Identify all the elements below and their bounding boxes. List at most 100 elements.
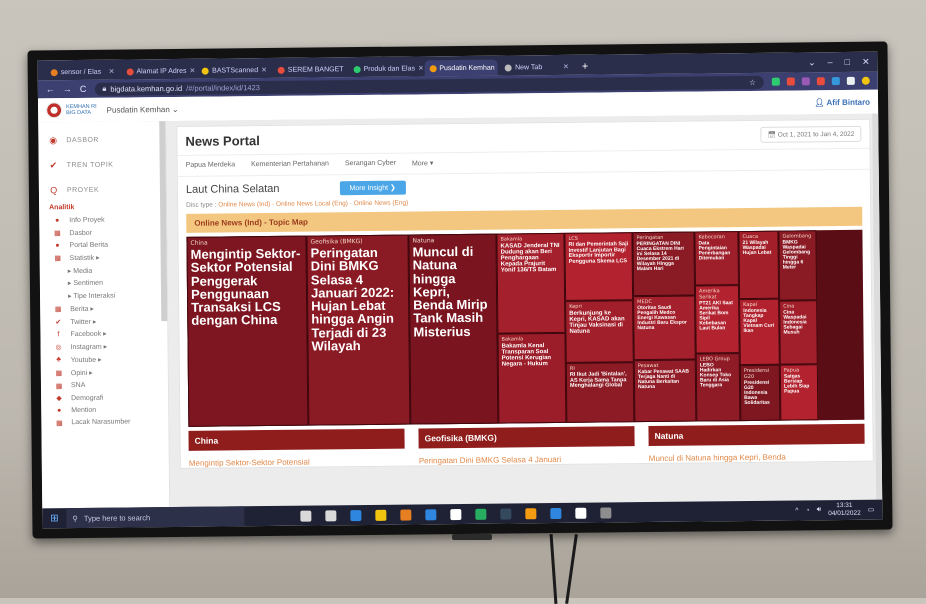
bookmark-star-icon[interactable]: ☆ — [749, 77, 756, 86]
browser-tab[interactable]: Alamat IP Adres✕ — [121, 63, 195, 80]
workspace-menu[interactable]: Pusdatin Kemhan ⌄ — [107, 104, 179, 114]
topic-tab[interactable]: More ▾ — [412, 159, 434, 167]
taskbar-app-icon[interactable] — [525, 508, 536, 519]
system-tray: ^ ◔ 🔊︎ 13:31 04/01/2022 ▭ — [795, 502, 882, 519]
taskbar-app-icon[interactable] — [600, 507, 611, 518]
sidebar-item-label: Facebook ▸ — [70, 330, 106, 338]
treemap-cell[interactable]: NatunaMuncul di Natuna hingga Kepri, Ben… — [408, 234, 498, 425]
browser-tab[interactable]: New Tab✕ — [500, 59, 574, 76]
browser-tab[interactable]: BASTScanned✕ — [197, 62, 271, 79]
logo[interactable]: KEMHAN RI BIG DATA — [46, 102, 97, 119]
page-scrollbar[interactable] — [872, 114, 882, 500]
taskbar-app-icon[interactable] — [300, 510, 311, 521]
treemap-cell[interactable]: KebocoranData Pengintaian Penerbangan Di… — [694, 231, 739, 285]
minimize-button[interactable]: – — [828, 57, 833, 68]
taskbar-app-icon[interactable] — [500, 508, 511, 519]
browser-tab[interactable]: SEREM BANGET✕ — [273, 61, 347, 78]
extension-icon[interactable] — [832, 77, 840, 85]
treemap-cell[interactable]: RIRI Ikut Jadi 'Bintalan', AS Kerja Sama… — [566, 362, 635, 423]
wifi-icon[interactable]: ◔ — [805, 507, 809, 514]
taskbar-search[interactable]: ⚲ Type here to search — [66, 506, 244, 528]
profile-avatar[interactable] — [862, 77, 870, 85]
topic-table-link[interactable]: Muncul di Natuna hingga Kepri, Benda — [649, 444, 865, 463]
tab-close-icon[interactable]: ✕ — [261, 66, 267, 74]
treemap-cell[interactable]: Presidensi G20Presidensi G20 Indonesia B… — [740, 365, 781, 421]
treemap-cell[interactable]: PapuaSatgas Bersiap Lebih Siap Papua — [780, 364, 819, 420]
taskbar-app-icon[interactable] — [375, 509, 386, 520]
sidebar-item-label: TREN TOPIK — [67, 162, 114, 169]
taskbar-app-icon[interactable] — [550, 507, 561, 518]
treemap-cell[interactable]: MEDCOtoritas Saudi Pengalih Medco Energi… — [633, 296, 696, 361]
treemap-cell[interactable]: Cuaca21 Wilayah Waspadai Hujan Lebat — [738, 231, 779, 299]
tab-favicon-icon — [505, 64, 512, 71]
sidebar-item-icon: ✔ — [54, 318, 62, 326]
windows-start-icon[interactable]: ⊞ — [42, 513, 66, 524]
reload-icon[interactable]: C — [80, 84, 87, 94]
extension-icon[interactable] — [772, 78, 780, 86]
topic-table-link[interactable]: Mengintip Sektor-Sektor Potensial — [189, 449, 405, 468]
tab-close-icon[interactable]: ✕ — [498, 64, 499, 72]
extension-icon[interactable] — [787, 77, 795, 85]
new-tab-button[interactable]: + — [576, 61, 595, 75]
user-menu[interactable]: 👤︎ Afif Bintaro — [814, 97, 870, 107]
treemap-cell[interactable]: GelombangBMKG Waspadai Gelombang Tinggi … — [778, 230, 817, 300]
date-range-picker[interactable]: 📅︎ Oct 1, 2021 to Jan 4, 2022 — [761, 126, 862, 143]
tab-close-icon[interactable]: ✕ — [563, 63, 569, 71]
treemap-cell[interactable]: PeringatanPERINGATAN DINI Cuaca Ekstrem … — [632, 232, 695, 297]
disc-type-options[interactable]: Online News (Ind) · Online News Local (E… — [218, 200, 408, 209]
tab-close-icon[interactable]: ✕ — [418, 64, 422, 72]
taskbar-app-icon[interactable] — [425, 509, 436, 520]
treemap-cell[interactable]: Geofisika (BMKG)Peringatan Dini BMKG Sel… — [306, 235, 410, 426]
treemap-cell-title: RI dan Pemerintah Saji Investif Lanjutan… — [569, 242, 629, 265]
clock[interactable]: 13:31 04/01/2022 — [828, 502, 861, 518]
sidebar-item[interactable]: ✔TREN TOPIK — [39, 152, 166, 178]
treemap-cell[interactable]: KepriBerkunjung ke Kepri, KASAD akan Tin… — [565, 300, 634, 363]
taskbar-app-icon[interactable] — [475, 508, 486, 519]
taskbar-app-icon[interactable] — [450, 508, 461, 519]
sidebar-item[interactable]: QPROYEK — [39, 177, 166, 202]
tab-search-icon[interactable]: ⌄ — [808, 57, 816, 68]
puzzle-icon[interactable] — [847, 77, 855, 85]
back-icon[interactable]: ← — [46, 84, 55, 94]
disc-type-filter: Disc type : Online News (Ind) · Online N… — [186, 195, 862, 209]
browser-tab[interactable]: Pusdatin Kemhan✕ — [424, 60, 498, 77]
sidebar-item[interactable]: ▦Lacak Narasumber — [41, 416, 168, 430]
clock-time: 13:31 — [836, 502, 852, 509]
topic-tab[interactable]: Papua Merdeka — [186, 161, 236, 170]
taskbar-app-icon[interactable] — [325, 510, 336, 521]
extension-icon[interactable] — [817, 77, 825, 85]
more-insight-button[interactable]: More Insight ❯ — [339, 181, 405, 196]
notification-icon[interactable]: ▭ — [868, 506, 875, 514]
treemap-cell[interactable]: CinaCina Waspadai Indonesia Sebagai Musu… — [779, 300, 818, 364]
treemap-cell[interactable]: LEBO GroupLEBO Hadirkan Konsep Toko Baru… — [696, 353, 741, 421]
treemap-cell[interactable]: LCSRI dan Pemerintah Saji Investif Lanju… — [564, 232, 633, 301]
treemap-cell[interactable]: BakamlaKASAD Jenderal TNI Dudung akan Be… — [496, 233, 565, 334]
taskbar-app-icon[interactable] — [575, 507, 586, 518]
treemap-cell[interactable]: KapalIndonesia Tangkap Kapal Vietnam Cur… — [739, 299, 780, 365]
tray-chevron-icon[interactable]: ^ — [795, 507, 798, 514]
close-window-button[interactable]: ✕ — [862, 57, 870, 68]
kemhan-emblem-icon — [46, 102, 62, 118]
treemap-cell-title: KASAD Jenderal TNI Dudung akan Beri Peng… — [501, 243, 561, 274]
treemap-cell[interactable]: ChinaMengintip Sektor-Sektor Potensial P… — [186, 236, 308, 427]
browser-tab[interactable]: Produk dan Elas✕ — [349, 60, 423, 77]
taskbar-app-icon[interactable] — [400, 509, 411, 520]
topic-table-header: Natuna — [648, 424, 864, 446]
tab-close-icon[interactable]: ✕ — [109, 68, 115, 76]
taskbar-app-icon[interactable] — [350, 510, 361, 521]
tab-close-icon[interactable]: ✕ — [189, 67, 195, 75]
treemap-cell-title: PERINGATAN DINI Cuaca Ekstrem Hari ini S… — [637, 242, 691, 273]
treemap-cell[interactable]: PesawatKabar Pesawat SAAB Terjaga Nanti … — [634, 360, 697, 423]
extension-icon[interactable] — [802, 77, 810, 85]
topic-table-link[interactable]: Peringatan Dini BMKG Selasa 4 Januari — [419, 446, 635, 465]
treemap-cell[interactable]: BakamlaBakamla Kenal Transparan Soal Pot… — [497, 333, 566, 424]
browser-tab[interactable]: sensor / Elas✕ — [46, 64, 120, 81]
treemap-cell[interactable]: Amerika SerikatPT21 AKI Saat Amerika Ser… — [695, 285, 740, 353]
maximize-button[interactable]: □ — [845, 57, 851, 68]
sidebar-item[interactable]: ◉DASBOR — [38, 127, 165, 153]
topic-tab[interactable]: Kementerian Pertahanan — [251, 160, 329, 169]
forward-icon[interactable]: → — [63, 84, 72, 94]
volume-icon[interactable]: 🔊︎ — [817, 506, 822, 514]
topic-tab[interactable]: Serangan Cyber — [345, 160, 396, 169]
treemap-cell-title: BMKG Waspadai Gelombang Tinggi hingga 6 … — [783, 240, 813, 271]
